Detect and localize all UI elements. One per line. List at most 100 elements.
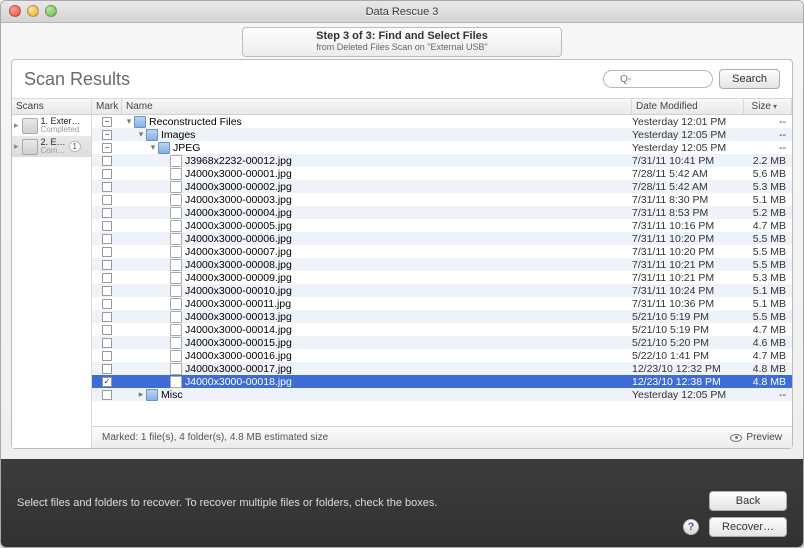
checkbox-icon[interactable] xyxy=(102,390,112,400)
checkbox-icon[interactable]: ✓ xyxy=(102,377,112,387)
name-cell[interactable]: J4000x3000-00004.jpg xyxy=(122,207,632,219)
table-row[interactable]: J4000x3000-00009.jpg 7/31/11 10:21 PM 5.… xyxy=(92,271,792,284)
mark-cell[interactable] xyxy=(92,182,122,192)
name-cell[interactable]: ▾ Images xyxy=(122,129,632,141)
table-row[interactable]: − ▾ JPEG Yesterday 12:05 PM -- xyxy=(92,141,792,154)
col-mark[interactable]: Mark xyxy=(92,99,122,114)
table-row[interactable]: J4000x3000-00015.jpg 5/21/10 5:20 PM 4.6… xyxy=(92,336,792,349)
mark-cell[interactable] xyxy=(92,299,122,309)
checkbox-icon[interactable] xyxy=(102,260,112,270)
table-row[interactable]: J4000x3000-00007.jpg 7/31/11 10:20 PM 5.… xyxy=(92,245,792,258)
mark-cell[interactable] xyxy=(92,247,122,257)
mark-cell[interactable] xyxy=(92,286,122,296)
col-size[interactable]: Size▾ xyxy=(744,99,792,114)
checkbox-icon[interactable] xyxy=(102,195,112,205)
table-row[interactable]: J4000x3000-00006.jpg 7/31/11 10:20 PM 5.… xyxy=(92,232,792,245)
checkbox-icon[interactable]: − xyxy=(102,130,112,140)
name-cell[interactable]: J3968x2232-00012.jpg xyxy=(122,155,632,167)
name-cell[interactable]: J4000x3000-00009.jpg xyxy=(122,272,632,284)
table-row[interactable]: J3968x2232-00012.jpg 7/31/11 10:41 PM 2.… xyxy=(92,154,792,167)
name-cell[interactable]: J4000x3000-00015.jpg xyxy=(122,337,632,349)
checkbox-icon[interactable] xyxy=(102,182,112,192)
table-row[interactable]: J4000x3000-00002.jpg 7/28/11 5:42 AM 5.3… xyxy=(92,180,792,193)
checkbox-icon[interactable] xyxy=(102,364,112,374)
disclosure-icon[interactable]: ▾ xyxy=(148,142,158,153)
checkbox-icon[interactable] xyxy=(102,351,112,361)
col-date[interactable]: Date Modified xyxy=(632,99,744,114)
scan-item-0[interactable]: ▸ 1. Exter…Completed xyxy=(12,115,91,136)
name-cell[interactable]: J4000x3000-00002.jpg xyxy=(122,181,632,193)
mark-cell[interactable] xyxy=(92,169,122,179)
mark-cell[interactable] xyxy=(92,234,122,244)
mark-cell[interactable] xyxy=(92,195,122,205)
mark-cell[interactable]: ✓ xyxy=(92,377,122,387)
name-cell[interactable]: J4000x3000-00008.jpg xyxy=(122,259,632,271)
name-cell[interactable]: J4000x3000-00013.jpg xyxy=(122,311,632,323)
checkbox-icon[interactable] xyxy=(102,286,112,296)
table-row[interactable]: J4000x3000-00014.jpg 5/21/10 5:19 PM 4.7… xyxy=(92,323,792,336)
name-cell[interactable]: J4000x3000-00001.jpg xyxy=(122,168,632,180)
name-cell[interactable]: ▾ Reconstructed Files xyxy=(122,116,632,128)
mark-cell[interactable] xyxy=(92,364,122,374)
disclosure-icon[interactable]: ▾ xyxy=(136,129,146,140)
table-row[interactable]: J4000x3000-00003.jpg 7/31/11 8:30 PM 5.1… xyxy=(92,193,792,206)
checkbox-icon[interactable]: − xyxy=(102,143,112,153)
table-row[interactable]: J4000x3000-00001.jpg 7/28/11 5:42 AM 5.6… xyxy=(92,167,792,180)
name-cell[interactable]: J4000x3000-00017.jpg xyxy=(122,363,632,375)
table-row[interactable]: J4000x3000-00005.jpg 7/31/11 10:16 PM 4.… xyxy=(92,219,792,232)
checkbox-icon[interactable] xyxy=(102,247,112,257)
col-name[interactable]: Name xyxy=(122,99,632,114)
name-cell[interactable]: J4000x3000-00003.jpg xyxy=(122,194,632,206)
table-row[interactable]: J4000x3000-00004.jpg 7/31/11 8:53 PM 5.2… xyxy=(92,206,792,219)
table-row[interactable]: J4000x3000-00011.jpg 7/31/11 10:36 PM 5.… xyxy=(92,297,792,310)
help-button[interactable]: ? xyxy=(683,519,699,535)
name-cell[interactable]: J4000x3000-00011.jpg xyxy=(122,298,632,310)
mark-cell[interactable] xyxy=(92,156,122,166)
zoom-icon[interactable] xyxy=(45,5,57,17)
file-rows[interactable]: − ▾ Reconstructed Files Yesterday 12:01 … xyxy=(92,115,792,426)
preview-button[interactable]: Preview xyxy=(730,432,782,443)
name-cell[interactable]: ▸ Misc xyxy=(122,389,632,401)
mark-cell[interactable] xyxy=(92,221,122,231)
name-cell[interactable]: J4000x3000-00014.jpg xyxy=(122,324,632,336)
mark-cell[interactable] xyxy=(92,312,122,322)
checkbox-icon[interactable] xyxy=(102,338,112,348)
disclosure-icon[interactable]: ▾ xyxy=(124,116,134,127)
mark-cell[interactable] xyxy=(92,208,122,218)
checkbox-icon[interactable] xyxy=(102,325,112,335)
mark-cell[interactable] xyxy=(92,273,122,283)
search-button[interactable]: Search xyxy=(719,69,780,89)
mark-cell[interactable] xyxy=(92,260,122,270)
search-input[interactable] xyxy=(603,70,713,88)
mark-cell[interactable]: − xyxy=(92,117,122,127)
name-cell[interactable]: J4000x3000-00007.jpg xyxy=(122,246,632,258)
mark-cell[interactable]: − xyxy=(92,143,122,153)
checkbox-icon[interactable] xyxy=(102,169,112,179)
mark-cell[interactable] xyxy=(92,325,122,335)
checkbox-icon[interactable] xyxy=(102,273,112,283)
scan-item-1[interactable]: ▸ 2. E…Com… 1 xyxy=(12,136,91,157)
name-cell[interactable]: ▾ JPEG xyxy=(122,142,632,154)
table-row[interactable]: − ▾ Reconstructed Files Yesterday 12:01 … xyxy=(92,115,792,128)
table-row[interactable]: ▸ Misc Yesterday 12:05 PM -- xyxy=(92,388,792,401)
name-cell[interactable]: J4000x3000-00005.jpg xyxy=(122,220,632,232)
close-icon[interactable] xyxy=(9,5,21,17)
table-row[interactable]: J4000x3000-00017.jpg 12/23/10 12:32 PM 4… xyxy=(92,362,792,375)
table-row[interactable]: J4000x3000-00016.jpg 5/22/10 1:41 PM 4.7… xyxy=(92,349,792,362)
table-row[interactable]: J4000x3000-00010.jpg 7/31/11 10:24 PM 5.… xyxy=(92,284,792,297)
checkbox-icon[interactable]: − xyxy=(102,117,112,127)
table-row[interactable]: J4000x3000-00013.jpg 5/21/10 5:19 PM 5.5… xyxy=(92,310,792,323)
back-button[interactable]: Back xyxy=(709,491,787,511)
minimize-icon[interactable] xyxy=(27,5,39,17)
name-cell[interactable]: J4000x3000-00018.jpg xyxy=(122,376,632,388)
table-row[interactable]: ✓ J4000x3000-00018.jpg 12/23/10 12:38 PM… xyxy=(92,375,792,388)
name-cell[interactable]: J4000x3000-00006.jpg xyxy=(122,233,632,245)
name-cell[interactable]: J4000x3000-00010.jpg xyxy=(122,285,632,297)
mark-cell[interactable]: − xyxy=(92,130,122,140)
recover-button[interactable]: Recover… xyxy=(709,517,787,537)
checkbox-icon[interactable] xyxy=(102,312,112,322)
checkbox-icon[interactable] xyxy=(102,299,112,309)
mark-cell[interactable] xyxy=(92,351,122,361)
mark-cell[interactable] xyxy=(92,338,122,348)
table-row[interactable]: J4000x3000-00008.jpg 7/31/11 10:21 PM 5.… xyxy=(92,258,792,271)
